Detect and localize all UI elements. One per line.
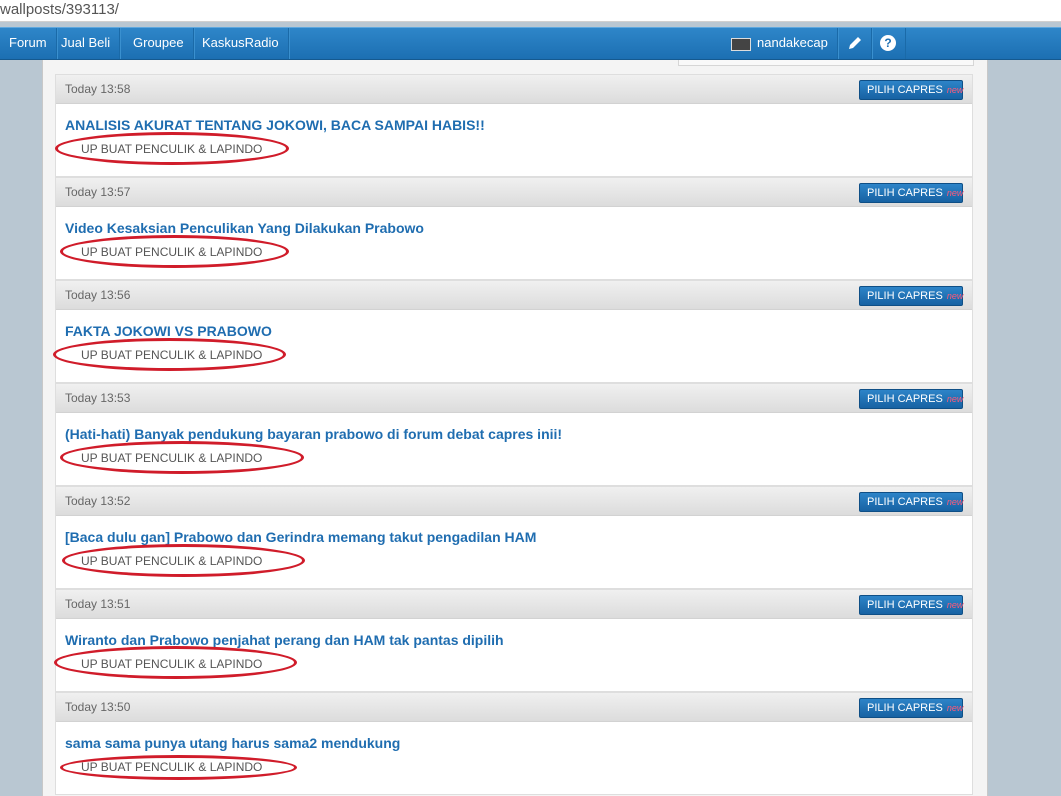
new-badge: new xyxy=(946,600,964,610)
category-tag-button[interactable]: PILIH CAPRES new xyxy=(859,698,963,718)
new-badge: new xyxy=(946,703,964,713)
category-tag-label: PILIH CAPRES xyxy=(867,496,943,508)
post-title-link[interactable]: sama sama punya utang harus sama2 menduk… xyxy=(65,735,400,751)
post-title-link[interactable]: (Hati-hati) Banyak pendukung bayaran pra… xyxy=(65,426,562,442)
post-time: Today 13:52 xyxy=(65,494,131,508)
avatar[interactable] xyxy=(731,38,751,51)
category-tag-label: PILIH CAPRES xyxy=(867,187,943,199)
red-highlight-ellipse xyxy=(54,646,297,679)
address-url: wallposts/393113/ xyxy=(0,1,119,18)
category-tag-button[interactable]: PILIH CAPRES new xyxy=(859,389,963,409)
category-tag-button[interactable]: PILIH CAPRES new xyxy=(859,80,963,100)
category-tag-button[interactable]: PILIH CAPRES new xyxy=(859,595,963,615)
top-strip xyxy=(678,60,974,66)
category-tag-button[interactable]: PILIH CAPRES new xyxy=(859,492,963,512)
red-highlight-ellipse xyxy=(60,235,289,268)
red-highlight-ellipse xyxy=(55,132,289,165)
post-time: Today 13:57 xyxy=(65,185,131,199)
post-title-link[interactable]: Video Kesaksian Penculikan Yang Dilakuka… xyxy=(65,220,424,236)
post-title-link[interactable]: FAKTA JOKOWI VS PRABOWO xyxy=(65,323,272,339)
post-header: Today 13:50 PILIH CAPRES new xyxy=(56,693,972,722)
nav-forum[interactable]: Forum xyxy=(0,28,57,59)
post-title-link[interactable]: [Baca dulu gan] Prabowo dan Gerindra mem… xyxy=(65,529,536,545)
post-time: Today 13:50 xyxy=(65,700,131,714)
category-tag-button[interactable]: PILIH CAPRES new xyxy=(859,183,963,203)
category-tag-label: PILIH CAPRES xyxy=(867,393,943,405)
post-header: Today 13:58 PILIH CAPRES new xyxy=(56,75,972,104)
category-tag-label: PILIH CAPRES xyxy=(867,702,943,714)
new-badge: new xyxy=(946,497,964,507)
post-time: Today 13:56 xyxy=(65,288,131,302)
post-time: Today 13:53 xyxy=(65,391,131,405)
post-header: Today 13:51 PILIH CAPRES new xyxy=(56,590,972,619)
post-header: Today 13:56 PILIH CAPRES new xyxy=(56,281,972,310)
new-badge: new xyxy=(946,291,964,301)
top-navigation-bar: Forum Jual Beli Groupee KaskusRadio nand… xyxy=(0,27,1061,60)
red-highlight-ellipse xyxy=(60,441,304,474)
post-header: Today 13:52 PILIH CAPRES new xyxy=(56,487,972,516)
new-badge: new xyxy=(946,394,964,404)
nav-groupee[interactable]: Groupee xyxy=(124,28,194,59)
nav-jual-beli[interactable]: Jual Beli xyxy=(52,28,121,59)
pencil-icon[interactable] xyxy=(837,28,872,59)
red-highlight-ellipse xyxy=(60,755,297,780)
post-title-link[interactable]: ANALISIS AKURAT TENTANG JOKOWI, BACA SAM… xyxy=(65,117,485,133)
address-bar[interactable]: wallposts/393113/ xyxy=(0,0,1061,22)
post-time: Today 13:51 xyxy=(65,597,131,611)
category-tag-label: PILIH CAPRES xyxy=(867,84,943,96)
category-tag-label: PILIH CAPRES xyxy=(867,599,943,611)
post-header: Today 13:57 PILIH CAPRES new xyxy=(56,178,972,207)
post-header: Today 13:53 PILIH CAPRES new xyxy=(56,384,972,413)
post-title-link[interactable]: Wiranto dan Prabowo penjahat perang dan … xyxy=(65,632,504,648)
red-highlight-ellipse xyxy=(62,544,305,577)
category-tag-button[interactable]: PILIH CAPRES new xyxy=(859,286,963,306)
new-badge: new xyxy=(946,188,964,198)
username-link[interactable]: nandakecap xyxy=(757,28,828,59)
nav-divider xyxy=(905,28,906,59)
help-icon[interactable]: ? xyxy=(880,35,896,51)
category-tag-label: PILIH CAPRES xyxy=(867,290,943,302)
red-highlight-ellipse xyxy=(53,338,286,371)
new-badge: new xyxy=(946,85,964,95)
nav-kaskusradio[interactable]: KaskusRadio xyxy=(193,28,289,59)
post-time: Today 13:58 xyxy=(65,82,131,96)
